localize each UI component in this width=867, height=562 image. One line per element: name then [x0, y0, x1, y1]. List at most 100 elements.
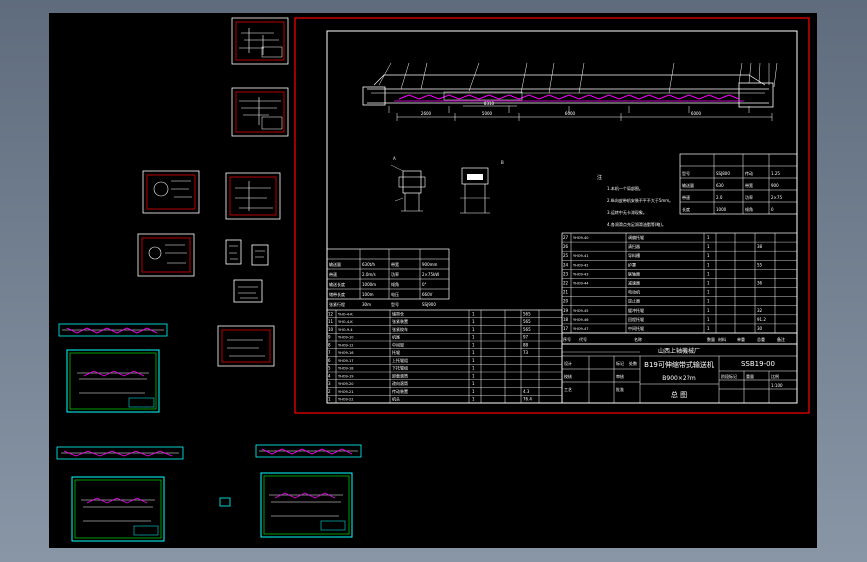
part-code: YHO9-17: [338, 359, 353, 363]
dim-seg-4: 6000: [691, 111, 702, 116]
conveyor-strip-2[interactable]: [56, 446, 184, 460]
part-no: 18: [563, 317, 569, 322]
tech-table-cell: 900mm: [422, 262, 438, 267]
part-name: 导料槽: [628, 252, 640, 258]
part-code: YHO9-42: [573, 263, 588, 267]
part-code: YHO9-16: [338, 351, 353, 355]
part-name: 改向滚筒: [392, 380, 408, 386]
part-qty: 1: [472, 358, 475, 363]
sheet-thumb-10[interactable]: [219, 497, 231, 507]
sheet-thumb-4[interactable]: [225, 172, 281, 220]
spec-text: B900×2?m: [662, 375, 696, 382]
part-weight: 97: [523, 335, 529, 340]
tech-table-cell: 630t/h: [362, 262, 376, 267]
part-name: 调偏托辊: [628, 234, 644, 240]
part-weight: 32: [757, 308, 763, 313]
mini-table-cell: 型号: [682, 170, 690, 176]
parts-header-cell: 单重: [737, 336, 745, 342]
part-no: 26: [563, 244, 569, 249]
part-qty: 1: [472, 342, 475, 347]
part-no: 9: [328, 335, 331, 340]
factory-name: 山西上轴機械厂: [658, 347, 700, 355]
title-cell: 设计: [564, 360, 572, 366]
conveyor-strip-1[interactable]: [58, 323, 168, 337]
sheet-thumb-8[interactable]: [233, 279, 263, 303]
title-cell: 工艺: [564, 387, 572, 392]
parts-header-cell: 名称: [634, 336, 642, 342]
drawing-number: SSB19-00: [741, 360, 775, 368]
spec-mini-table-text: 型号 SSJ800 传动 1.25 输送量 630 带宽 900 带速 2.0 功率 2×75 长度 10…: [682, 170, 782, 212]
sheet-name: 总 图: [671, 390, 687, 399]
title-right-cell: 1:100: [771, 383, 783, 388]
part-qty: 1: [472, 319, 475, 324]
part-name: 下托辊组: [392, 365, 408, 371]
sheet-thumb-5[interactable]: [137, 233, 195, 277]
conveyor-strip-3[interactable]: [255, 444, 362, 458]
tech-table-cell: 1000m: [362, 282, 376, 287]
note-4: 4.各润滑点充足润滑油脂等(略)。: [607, 221, 666, 227]
cad-drawing[interactable]: 8310 2600 5000 6000 6000 A B 注 1.本机一个局部图…: [49, 13, 817, 548]
part-code: YHO9-44: [573, 282, 589, 286]
part-no: 8: [328, 342, 331, 347]
part-name: 张紧装置: [392, 318, 408, 324]
part-no: 7: [328, 350, 331, 355]
part-qty: 1: [472, 389, 475, 394]
title-right-cell: 重量: [746, 373, 754, 379]
part-name: 托辊: [392, 349, 400, 355]
sheet-thumb-7[interactable]: [251, 244, 269, 266]
conveyor-sheet-3[interactable]: [260, 472, 353, 538]
title-cell: 标记: [616, 360, 624, 366]
part-code: YHO9-18: [338, 367, 353, 371]
part-qty: 1: [707, 308, 710, 313]
dim-seg-3: 6000: [565, 111, 576, 116]
part-no: 11: [328, 319, 334, 324]
tech-table-cell: 2.0m/s: [362, 272, 376, 277]
part-no: 22: [563, 281, 569, 286]
dim-seg-2: 5000: [482, 111, 493, 116]
sheet-thumb-2[interactable]: [231, 87, 289, 137]
part-name: 缓冲托辊: [628, 307, 644, 313]
title-cell: 批准: [616, 386, 624, 392]
sheet-thumb-9[interactable]: [217, 325, 275, 367]
part-qty: 1: [707, 290, 710, 295]
part-code: YHO-4-K: [338, 320, 353, 324]
part-weight: 36: [757, 281, 763, 286]
part-no: 1: [328, 397, 331, 402]
part-code: YHO9-43: [573, 272, 588, 276]
mini-table-cell: 0: [771, 207, 774, 212]
part-no: 19: [563, 308, 569, 313]
part-code: YHO9-41: [573, 254, 588, 258]
tech-table-cell: 输送长度: [329, 281, 345, 287]
part-weight: 73: [523, 350, 529, 355]
tech-table-cell: 功率: [391, 271, 399, 277]
part-qty: 1: [707, 317, 710, 322]
part-name: 储带仓: [392, 310, 404, 316]
part-code: YHO9-12: [338, 343, 353, 347]
tech-table-cell: 带速: [329, 271, 337, 277]
title-block-right: 阶段标记 重量 比例 1:100: [721, 373, 783, 388]
cad-model-space[interactable]: 8310 2600 5000 6000 6000 A B 注 1.本机一个局部图…: [49, 13, 817, 548]
title-block-rows: 设计 标记 处数校核 审核工艺 批准: [564, 360, 637, 392]
conveyor-sheet-1[interactable]: [66, 349, 160, 413]
sheet-outer-border: [294, 17, 810, 414]
part-qty: 1: [707, 326, 710, 331]
mini-table-cell: 2×75: [771, 195, 782, 200]
tech-table-cell: 100m: [362, 292, 374, 297]
part-code: YHO9-22: [338, 398, 353, 402]
part-code: YHO9-46: [573, 318, 588, 322]
parts-header-cell: 数量: [707, 336, 715, 342]
sheet-thumb-1[interactable]: [231, 17, 289, 65]
main-drawing-sheet[interactable]: 8310 2600 5000 6000 6000 A B 注 1.本机一个局部图…: [294, 17, 810, 414]
mini-table-cell: 1000: [716, 207, 727, 212]
conveyor-sheet-2[interactable]: [71, 476, 165, 542]
sheet-thumb-6[interactable]: [225, 239, 242, 265]
part-weight: 76.4: [523, 397, 532, 402]
title-cell: 处数: [629, 360, 637, 366]
part-no: 27: [563, 235, 569, 240]
sheet-thumb-3[interactable]: [142, 170, 200, 214]
mini-table-cell: 带宽: [745, 182, 753, 188]
part-qty: 1: [707, 253, 710, 258]
tech-table-cell: 输送量: [329, 261, 341, 267]
title-right-cell: 阶段标记: [721, 373, 737, 379]
tech-table-cell: 张紧行程: [329, 301, 345, 307]
